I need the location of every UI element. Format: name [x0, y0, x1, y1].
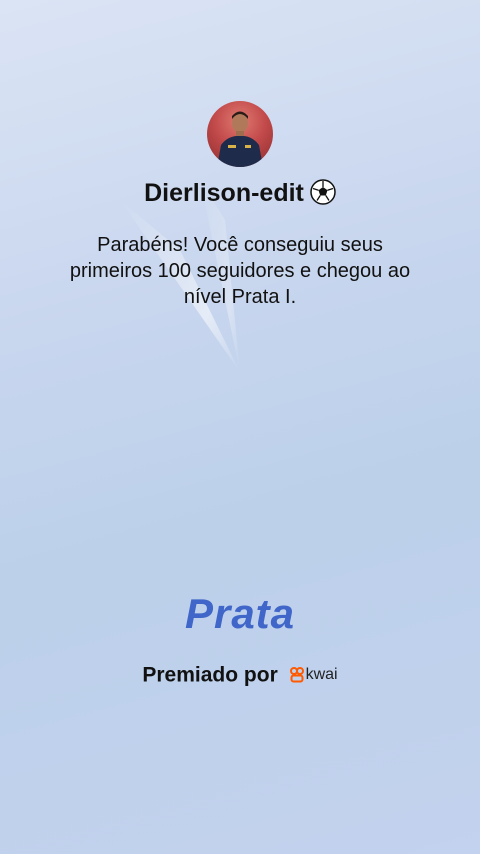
awarded-by-label: Premiado por [142, 663, 278, 687]
achievement-screen: Dierlison-edit Parabéns! Você conseguiu … [0, 0, 480, 854]
soccer-ball-icon [310, 179, 336, 214]
tier-title: Prata [184, 590, 296, 637]
player-photo-icon [217, 111, 263, 167]
user-avatar[interactable] [207, 101, 273, 167]
congratulations-message: Parabéns! Você conseguiu seus primeiros … [69, 234, 411, 308]
profile-name: Dierlison-edit [0, 176, 480, 214]
kwai-logo: kwai [289, 660, 338, 690]
awarded-by: Premiado por kwai [0, 660, 480, 690]
username-text: Dierlison-edit [144, 179, 304, 207]
kwai-mark-icon [289, 667, 304, 683]
kwai-brand-text: kwai [305, 666, 338, 684]
